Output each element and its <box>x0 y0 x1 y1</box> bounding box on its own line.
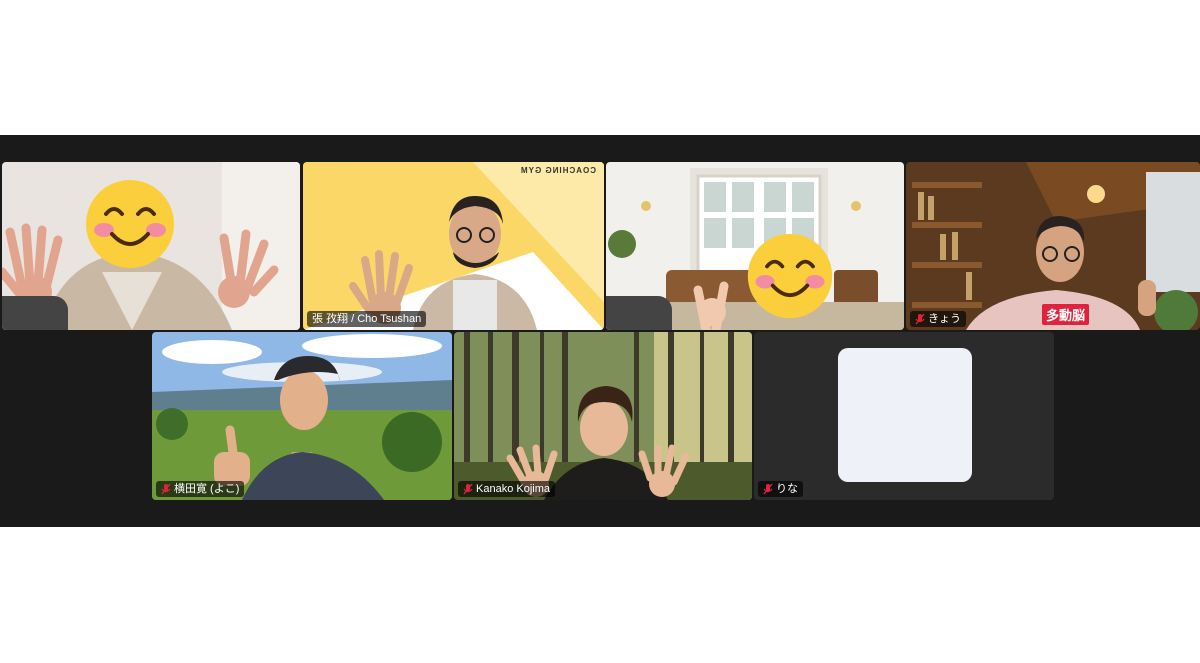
video-tile-active-speaker[interactable]: COACHING GYM 張 孜翔 / Cho Tsushan <box>303 162 604 330</box>
participant-name: 横田寛 (よこ) <box>174 483 240 495</box>
sign-board: 多動脳 <box>1042 304 1090 325</box>
participant-name: きょう <box>928 313 961 325</box>
video-feed <box>454 332 752 500</box>
video-tile-participant-4[interactable]: 多動脳 きょう <box>906 162 1200 330</box>
mic-muted-icon <box>161 483 171 495</box>
smiling-face-emoji <box>747 233 833 319</box>
video-tile-participant-7[interactable]: りな <box>754 332 1054 500</box>
participant-name: りな <box>776 483 798 495</box>
mic-muted-icon <box>915 313 925 325</box>
participant-name-label: 横田寛 (よこ) <box>156 481 245 497</box>
video-feed <box>303 162 604 330</box>
mic-muted-icon <box>463 483 473 495</box>
participant-name: 張 孜翔 / Cho Tsushan <box>312 313 422 325</box>
avatar-placeholder <box>838 348 972 482</box>
participant-name-label: Kanako Kojima <box>458 481 555 497</box>
participant-name: Kanako Kojima <box>476 483 550 495</box>
participant-name-label: 張 孜翔 / Cho Tsushan <box>307 311 427 327</box>
meeting-gallery: COACHING GYM 張 孜翔 / Cho Tsushan 多動脳 きょう … <box>0 135 1200 527</box>
mic-muted-icon <box>763 483 773 495</box>
participant-name-label: りな <box>758 481 803 497</box>
smiling-face-emoji <box>86 180 174 268</box>
video-tile-participant-6[interactable]: Kanako Kojima <box>454 332 752 500</box>
participant-name-label: きょう <box>910 311 966 327</box>
video-tile-participant-3[interactable] <box>606 162 904 330</box>
video-tile-participant-5[interactable]: 横田寛 (よこ) <box>152 332 452 500</box>
background-brand-text: COACHING GYM <box>520 166 596 175</box>
video-tile-participant-1[interactable] <box>2 162 300 330</box>
name-label-hidden <box>2 296 68 330</box>
video-feed <box>152 332 452 500</box>
name-label-hidden <box>606 296 672 330</box>
